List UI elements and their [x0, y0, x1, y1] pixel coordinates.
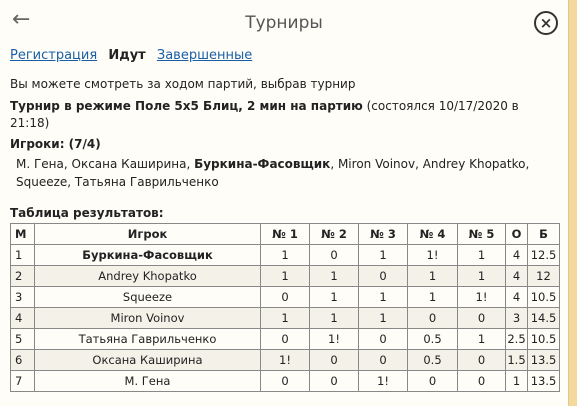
col-header-tiebreak: Б	[527, 223, 560, 245]
round-cell: 1	[260, 244, 310, 266]
tab-ongoing[interactable]: Идут	[108, 48, 145, 63]
col-header-player: Игрок	[34, 223, 261, 245]
round-cell: 1!	[407, 244, 458, 266]
round-cell: 0.5	[407, 328, 458, 350]
col-header-place: М	[10, 223, 35, 245]
round-cell: 0	[358, 265, 408, 287]
round-cell: 1!	[309, 328, 359, 350]
round-cell: 0	[358, 349, 408, 371]
round-cell: 0	[260, 370, 310, 392]
tournament-info: Турнир в режиме Поле 5x5 Блиц, 2 мин на …	[10, 98, 558, 132]
round-cell: 1	[358, 307, 408, 329]
round-cell: 1	[309, 265, 359, 287]
round-cell: 0	[407, 307, 458, 329]
round-cell: 0	[457, 370, 506, 392]
players-list: М. Гена, Оксана Каширина, Буркина-Фасовщ…	[10, 155, 558, 191]
round-cell: 1	[407, 286, 458, 308]
round-cell: 0	[457, 307, 506, 329]
col-header-round-3: № 3	[358, 223, 408, 245]
round-cell: 0	[260, 328, 310, 350]
tournament-name: Турнир в режиме Поле 5x5 Блиц, 2 мин на …	[10, 99, 363, 113]
round-cell: 1!	[260, 349, 310, 371]
round-cell: 0	[309, 349, 359, 371]
points-cell: 1	[505, 370, 528, 392]
round-cell: 1!	[457, 286, 506, 308]
table-row[interactable]: 5 Татьяна Гаврильченко 0 1! 0 0.5 1 2.5 …	[10, 328, 560, 350]
points-cell: 3	[505, 307, 528, 329]
place-cell: 3	[10, 286, 35, 308]
results-title: Таблица результатов:	[10, 206, 164, 220]
results-table: М Игрок № 1 № 2 № 3 № 4 № 5 О Б 1 Буркин…	[10, 223, 560, 392]
round-cell: 1	[309, 307, 359, 329]
table-row[interactable]: 1 Буркина-Фасовщик 1 0 1 1! 1 4 12.5	[10, 244, 560, 266]
round-cell: 0	[457, 349, 506, 371]
dialog-title: Турниры	[245, 13, 323, 33]
place-cell: 2	[10, 265, 35, 287]
tiebreak-cell: 13.5	[527, 370, 560, 392]
tiebreak-cell: 12.5	[527, 244, 560, 266]
col-header-round-4: № 4	[407, 223, 458, 245]
round-cell: 1!	[358, 370, 408, 392]
table-row[interactable]: 3 Squeeze 0 1 1 1 1! 4 10.5	[10, 286, 560, 308]
round-cell: 1	[407, 265, 458, 287]
round-cell: 0.5	[407, 349, 458, 371]
tab-registration[interactable]: Регистрация	[10, 48, 97, 63]
col-header-points: О	[505, 223, 528, 245]
place-cell: 5	[10, 328, 35, 350]
round-cell: 0	[407, 370, 458, 392]
round-cell: 1	[358, 286, 408, 308]
place-cell: 1	[10, 244, 35, 266]
points-cell: 4	[505, 286, 528, 308]
round-cell: 0	[260, 286, 310, 308]
player-cell: Andrey Khopatko	[34, 265, 261, 287]
round-cell: 0	[358, 328, 408, 350]
tiebreak-cell: 12	[527, 265, 560, 287]
player-cell: Squeeze	[34, 286, 261, 308]
players-text-highlight: Буркина-Фасовщик	[194, 157, 331, 171]
table-row[interactable]: 6 Оксана Каширина 1! 0 0 0.5 0 1.5 13.5	[10, 349, 560, 371]
round-cell: 1	[260, 307, 310, 329]
round-cell: 1	[457, 244, 506, 266]
round-cell: 0	[309, 244, 359, 266]
table-row[interactable]: 4 Miron Voinov 1 1 1 0 0 3 14.5	[10, 307, 560, 329]
round-cell: 1	[457, 328, 506, 350]
place-cell: 7	[10, 370, 35, 392]
tiebreak-cell: 10.5	[527, 328, 560, 350]
round-cell: 1	[358, 244, 408, 266]
points-cell: 2.5	[505, 328, 528, 350]
points-cell: 1.5	[505, 349, 528, 371]
player-cell: М. Гена	[34, 370, 261, 392]
place-cell: 6	[10, 349, 35, 371]
table-row[interactable]: 2 Andrey Khopatko 1 1 0 1 1 4 12	[10, 265, 560, 287]
col-header-round-1: № 1	[260, 223, 310, 245]
player-cell: Татьяна Гаврильченко	[34, 328, 261, 350]
tiebreak-cell: 13.5	[527, 349, 560, 371]
round-cell: 1	[457, 265, 506, 287]
tab-finished[interactable]: Завершенные	[157, 48, 252, 63]
round-cell: 1	[260, 265, 310, 287]
table-row[interactable]: 7 М. Гена 0 0 1! 0 0 1 13.5	[10, 370, 560, 392]
hint-text: Вы можете смотреть за ходом партий, выбр…	[10, 77, 356, 91]
tiebreak-cell: 14.5	[527, 307, 560, 329]
tabs: Регистрация Идут Завершенные	[10, 46, 558, 70]
points-cell: 4	[505, 265, 528, 287]
points-cell: 4	[505, 244, 528, 266]
title-bar: ← Турниры ×	[10, 0, 558, 46]
player-cell: Оксана Каширина	[34, 349, 261, 371]
tournaments-dialog: ← Турниры × Регистрация Идут Завершенные…	[0, 0, 569, 406]
round-cell: 1	[309, 286, 359, 308]
place-cell: 4	[10, 307, 35, 329]
col-header-round-5: № 5	[457, 223, 506, 245]
round-cell: 0	[309, 370, 359, 392]
close-icon[interactable]: ×	[534, 11, 558, 35]
results-header-row: М Игрок № 1 № 2 № 3 № 4 № 5 О Б	[10, 223, 560, 245]
col-header-round-2: № 2	[309, 223, 359, 245]
player-cell: Miron Voinov	[34, 307, 261, 329]
players-text-1: М. Гена, Оксана Каширина,	[16, 157, 195, 171]
tiebreak-cell: 10.5	[527, 286, 560, 308]
player-cell: Буркина-Фасовщик	[34, 244, 261, 266]
players-label: Игроки: (7/4)	[10, 137, 101, 151]
